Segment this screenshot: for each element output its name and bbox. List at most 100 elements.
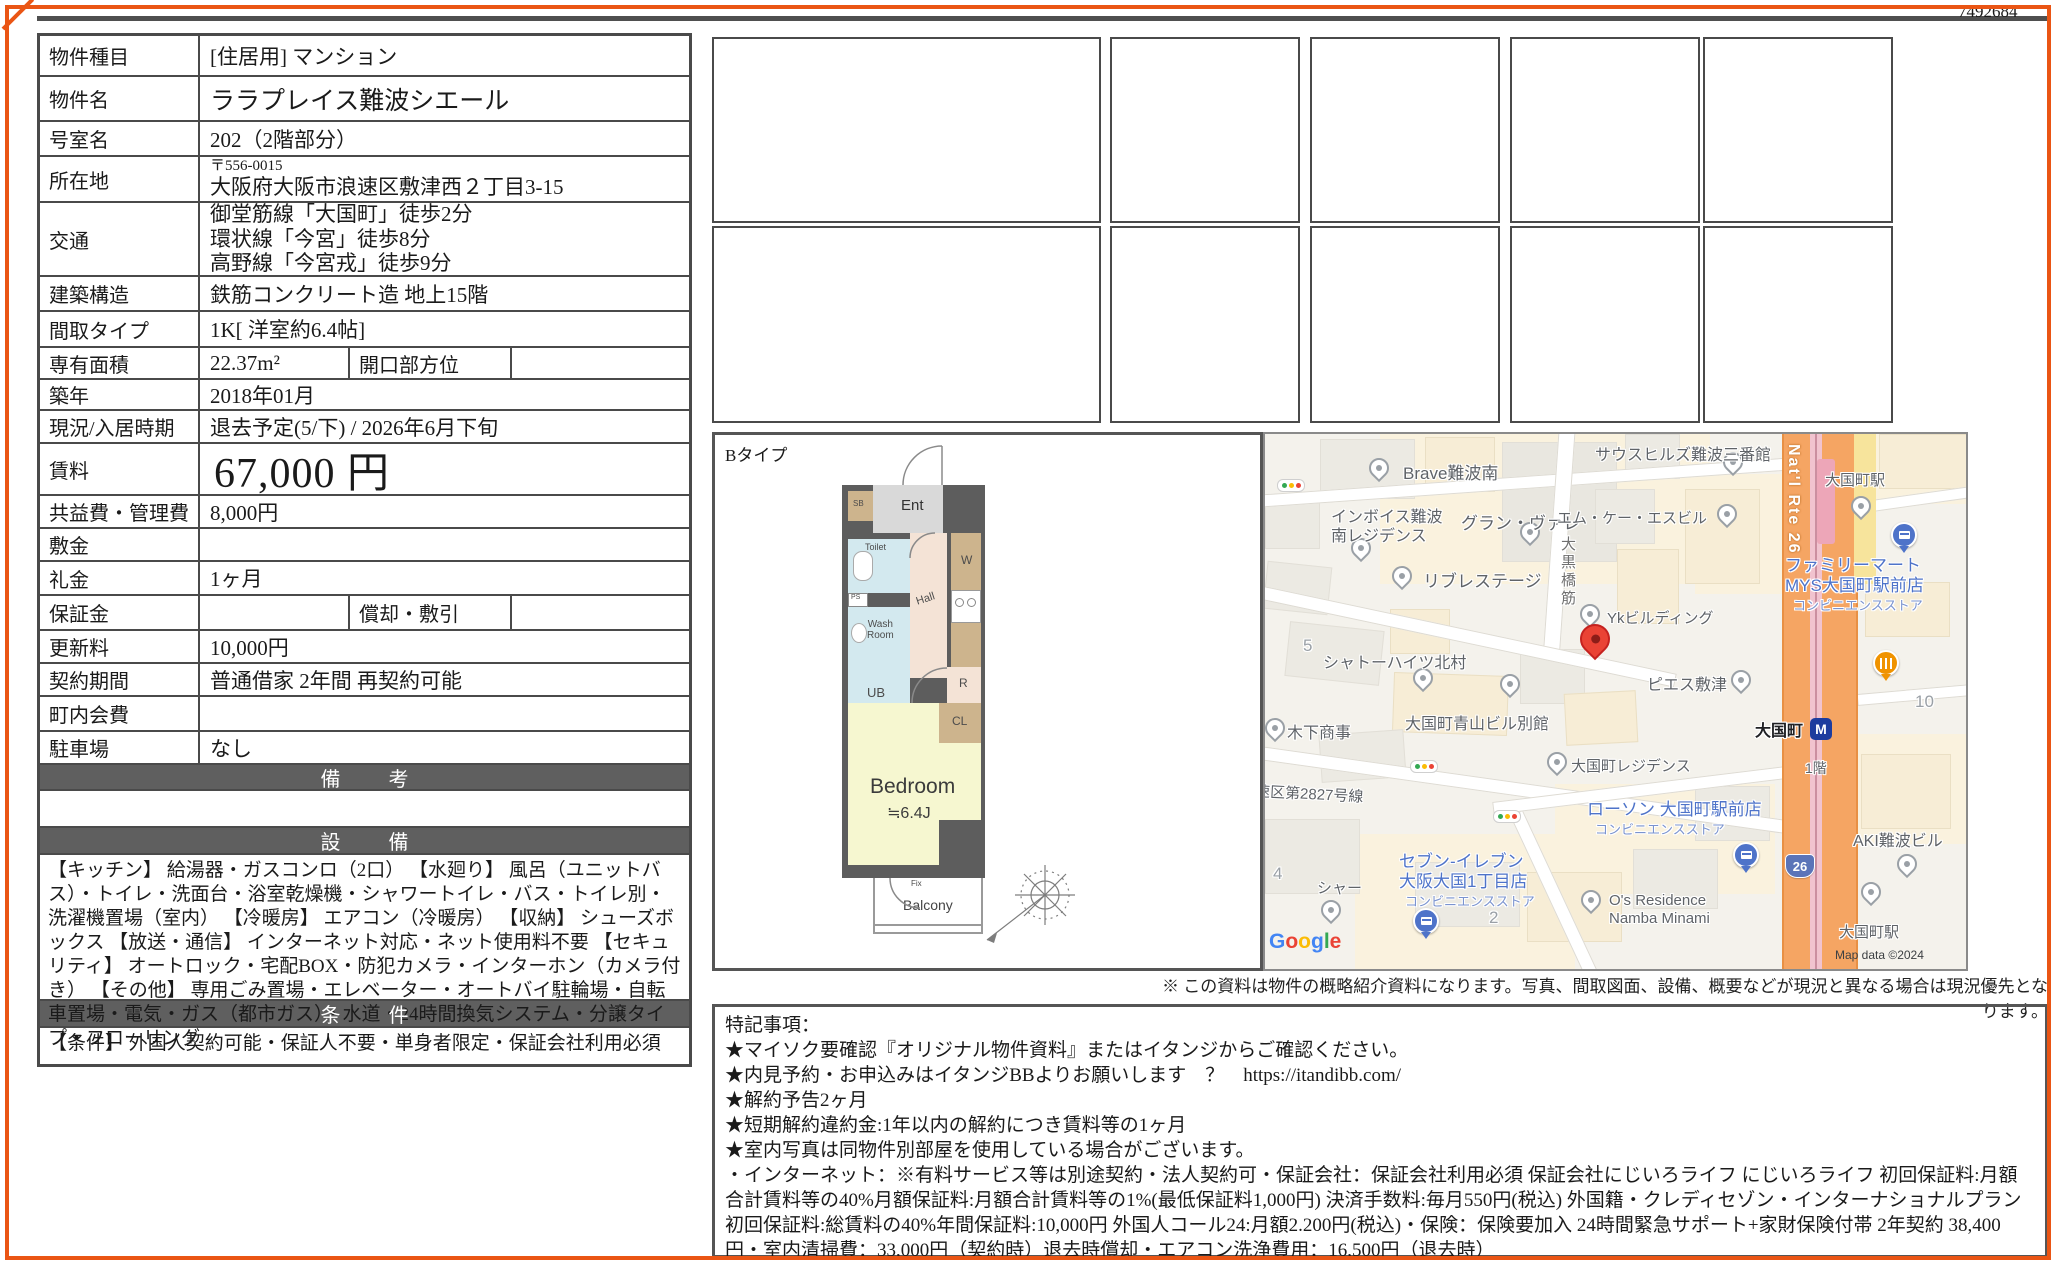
row-value	[200, 697, 689, 730]
map-building	[1564, 690, 1639, 746]
access-line: 高野線「今宮戎」徒歩9分	[210, 251, 452, 276]
table-row: 号室名 202（2階部分）	[40, 120, 689, 155]
traffic-light-icon	[1277, 479, 1305, 492]
photo-placeholder	[1510, 37, 1700, 223]
compass-needle	[987, 933, 997, 943]
map-label: シャトーハイツ北村	[1323, 654, 1466, 673]
flyer-page: 7492684 物件種目 [住居用] マンション 物件名 ララプレイス難波シエー…	[0, 0, 2056, 1265]
row-subvalue	[510, 596, 689, 629]
notes-line: ★解約予告2ヶ月	[725, 1088, 2035, 1113]
map-label: 1階	[1805, 760, 1827, 777]
map-label: サウスヒルズ難波三番館	[1595, 446, 1771, 465]
photo-placeholder	[1703, 37, 1893, 223]
photo-placeholder	[1310, 226, 1500, 423]
google-logo-letter: G	[1269, 930, 1285, 953]
table-row: 保証金 償却・敷引	[40, 594, 689, 629]
postal-code: 〒556-0015	[210, 158, 283, 176]
map-label: コンビニエンスストア	[1405, 894, 1535, 910]
row-value: 普通借家 2年間 再契約可能	[200, 664, 689, 695]
map-label-station-bottom: 大国町駅	[1839, 924, 1899, 942]
address-text: 大阪府大阪市浪速区敷津西２丁目3-15	[210, 175, 564, 200]
map-label: シャー	[1317, 880, 1362, 898]
row-value: 202（2階部分）	[200, 122, 689, 155]
google-logo-letter: e	[1330, 930, 1342, 953]
map-label: Brave難波南	[1403, 464, 1498, 484]
map-label: インボイス難波 南レジデンス	[1331, 508, 1443, 546]
row-value: 22.37m²	[200, 348, 348, 378]
map-label: 4	[1273, 864, 1282, 884]
row-sublabel: 償却・敷引	[348, 596, 510, 629]
notes-paragraph: ・インターネット：※有料サービス等は別途契約・法人契約可・保証会社：保証会社利用…	[725, 1163, 2035, 1263]
access-line: 環状線「今宮」徒歩8分	[210, 227, 431, 252]
row-value	[200, 529, 689, 560]
section-header-remarks: 備 考	[40, 763, 689, 789]
map-pin-icon	[1727, 666, 1755, 694]
table-row: 築年 2018年01月	[40, 378, 689, 409]
remarks-content	[40, 789, 689, 826]
floorplan-linework	[715, 435, 1260, 968]
row-label: 築年	[40, 380, 200, 409]
table-row: 契約期間 普通借家 2年間 再契約可能	[40, 662, 689, 695]
map-building	[1861, 754, 1951, 829]
conditions-content: 【条件】 外国人契約可能・保証人不要・単身者限定・保証会社利用必須	[40, 1026, 689, 1064]
row-label: 物件種目	[40, 36, 200, 75]
access-line: 御堂筋線「大国町」徒歩2分	[210, 202, 473, 227]
convenience-store-pin	[1891, 522, 1917, 548]
row-value: [住居用] マンション	[200, 36, 689, 75]
table-row: 物件名 ララプレイス難波シエール	[40, 75, 689, 120]
map-label: O's Residence Namba Minami	[1609, 892, 1710, 928]
table-row: 現況/入居時期 退去予定(5/下) / 2026年6月下旬	[40, 409, 689, 442]
equipment-content: 【キッチン】 給湯器・ガスコンロ（2口） 【水廻り】 風呂（ユニットバス）・トイ…	[40, 853, 689, 999]
map-label: 木下商事	[1287, 724, 1351, 743]
document-id: 7492684	[1958, 2, 2018, 22]
row-label: 敷金	[40, 529, 200, 560]
table-row: 交通 御堂筋線「大国町」徒歩2分 環状線「今宮」徒歩8分 高野線「今宮戎」徒歩9…	[40, 201, 689, 275]
map-label: エム・ケー・エスビル	[1557, 510, 1707, 528]
notes-line: ★マイソク要確認『オリジナル物件資料』またはイタンジからご確認ください。	[725, 1038, 2035, 1063]
row-label: 契約期間	[40, 664, 200, 695]
route26-shield: 26	[1785, 854, 1815, 878]
map-building	[1685, 489, 1760, 584]
row-value: 鉄筋コンクリート造 地上15階	[200, 277, 689, 310]
map-pin-icon	[1317, 896, 1345, 924]
map-label: 大国町レジデンス	[1571, 758, 1691, 776]
map-pin-icon	[1893, 850, 1921, 878]
metro-logo-icon: M	[1810, 718, 1832, 740]
map-pin-icon	[1543, 748, 1571, 776]
row-value: なし	[200, 732, 689, 763]
row-value	[200, 596, 348, 629]
property-name: ララプレイス難波シエール	[200, 77, 689, 120]
table-row: 物件種目 [住居用] マンション	[40, 36, 689, 75]
map-label: AKI難波ビル	[1853, 832, 1943, 851]
row-value: 10,000円	[200, 631, 689, 662]
notes-line: ★内見予約・お申込みはイタンジBBよりお願いします ？ https://itan…	[725, 1063, 2035, 1088]
google-logo-letter: g	[1311, 930, 1324, 953]
row-label: 間取タイプ	[40, 312, 200, 346]
table-row: 建築構造 鉄筋コンクリート造 地上15階	[40, 275, 689, 310]
map-label: 10	[1915, 692, 1934, 712]
map-pin-icon	[1263, 714, 1289, 742]
row-value: 退去予定(5/下) / 2026年6月下旬	[200, 411, 689, 442]
row-subvalue	[510, 348, 689, 378]
map-panel: Nat'l Rte 26 26 Brave難波南 サウスヒルズ難波三番館	[1263, 432, 1968, 971]
row-value: 2018年01月	[200, 380, 689, 409]
row-label: 駐車場	[40, 732, 200, 763]
restaurant-pin	[1873, 650, 1899, 676]
row-label: 現況/入居時期	[40, 411, 200, 442]
map-label: コンビニエンスストア	[1595, 822, 1725, 838]
map-label-station-top: 大国町駅	[1825, 472, 1885, 490]
row-label: 賃料	[40, 444, 200, 494]
traffic-light-icon	[1493, 810, 1521, 823]
map-street-name: 大黒橋筋	[1558, 536, 1576, 608]
google-logo-letter: o	[1285, 930, 1298, 953]
map-label: 大国町青山ビル別館	[1405, 715, 1549, 734]
table-row: 専有面積 22.37m² 開口部方位	[40, 346, 689, 378]
map-label: Ykビルディング	[1607, 610, 1713, 628]
map-road	[1857, 684, 1968, 706]
row-label: 町内会費	[40, 697, 200, 730]
google-logo: Google	[1269, 930, 1341, 954]
notes-title: 特記事項：	[725, 1013, 2035, 1038]
row-label: 専有面積	[40, 348, 200, 378]
special-notes-box: 特記事項： ★マイソク要確認『オリジナル物件資料』またはイタンジからご確認くださ…	[712, 1004, 2048, 1258]
row-label: 号室名	[40, 122, 200, 155]
